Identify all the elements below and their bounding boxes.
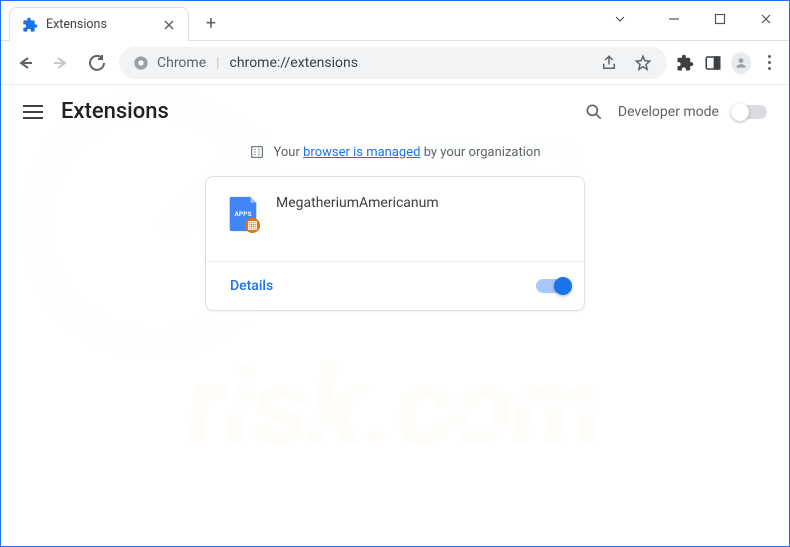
developer-mode-label: Developer mode bbox=[618, 104, 719, 120]
details-button[interactable]: Details bbox=[220, 272, 283, 300]
tab-extensions[interactable]: Extensions bbox=[9, 7, 189, 41]
svg-text:risk.com: risk.com bbox=[186, 342, 604, 471]
page-header: Extensions Developer mode bbox=[1, 85, 789, 138]
tab-overflow-button[interactable] bbox=[597, 3, 643, 35]
managed-browser-banner: Your browser is managed by your organiza… bbox=[1, 138, 789, 176]
side-panel-icon[interactable] bbox=[703, 53, 723, 73]
address-bar[interactable]: Chrome | chrome://extensions bbox=[119, 47, 667, 79]
minimize-button[interactable] bbox=[651, 3, 697, 35]
managed-prefix: Your bbox=[273, 145, 299, 160]
window-controls bbox=[597, 1, 789, 37]
bookmark-star-icon[interactable] bbox=[633, 53, 653, 73]
reload-button[interactable] bbox=[83, 49, 111, 77]
managed-link[interactable]: browser is managed bbox=[303, 145, 420, 160]
main-menu-button[interactable] bbox=[23, 105, 43, 119]
tab-title: Extensions bbox=[46, 17, 107, 32]
extensions-puzzle-icon[interactable] bbox=[675, 53, 695, 73]
back-button[interactable] bbox=[11, 49, 39, 77]
extension-icon: APPS bbox=[224, 195, 262, 233]
page-title: Extensions bbox=[61, 99, 169, 124]
extension-card: APPS MegatheriumAmericanum Details bbox=[205, 176, 585, 311]
organization-icon bbox=[249, 144, 265, 160]
extension-name: MegatheriumAmericanum bbox=[276, 195, 439, 233]
url-path: chrome://extensions bbox=[230, 55, 358, 71]
extension-puzzle-icon bbox=[22, 17, 38, 33]
browser-toolbar: Chrome | chrome://extensions bbox=[1, 41, 789, 85]
search-extensions-button[interactable] bbox=[584, 102, 604, 122]
share-icon[interactable] bbox=[599, 53, 619, 73]
extensions-page: Extensions Developer mode Your browser i… bbox=[1, 85, 789, 311]
new-tab-button[interactable]: + bbox=[197, 9, 225, 37]
close-window-button[interactable] bbox=[743, 3, 789, 35]
profile-avatar[interactable] bbox=[731, 53, 751, 73]
forward-button bbox=[47, 49, 75, 77]
managed-suffix: by your organization bbox=[424, 145, 541, 160]
url-scheme: Chrome bbox=[157, 55, 206, 71]
chrome-logo-icon bbox=[133, 55, 149, 71]
close-tab-button[interactable] bbox=[162, 18, 176, 32]
developer-mode-toggle[interactable] bbox=[733, 105, 767, 119]
maximize-button[interactable] bbox=[697, 3, 743, 35]
url-separator: | bbox=[216, 55, 219, 71]
chrome-menu-button[interactable] bbox=[759, 53, 779, 73]
extension-enable-toggle[interactable] bbox=[536, 279, 570, 293]
svg-text:APPS: APPS bbox=[234, 210, 251, 218]
